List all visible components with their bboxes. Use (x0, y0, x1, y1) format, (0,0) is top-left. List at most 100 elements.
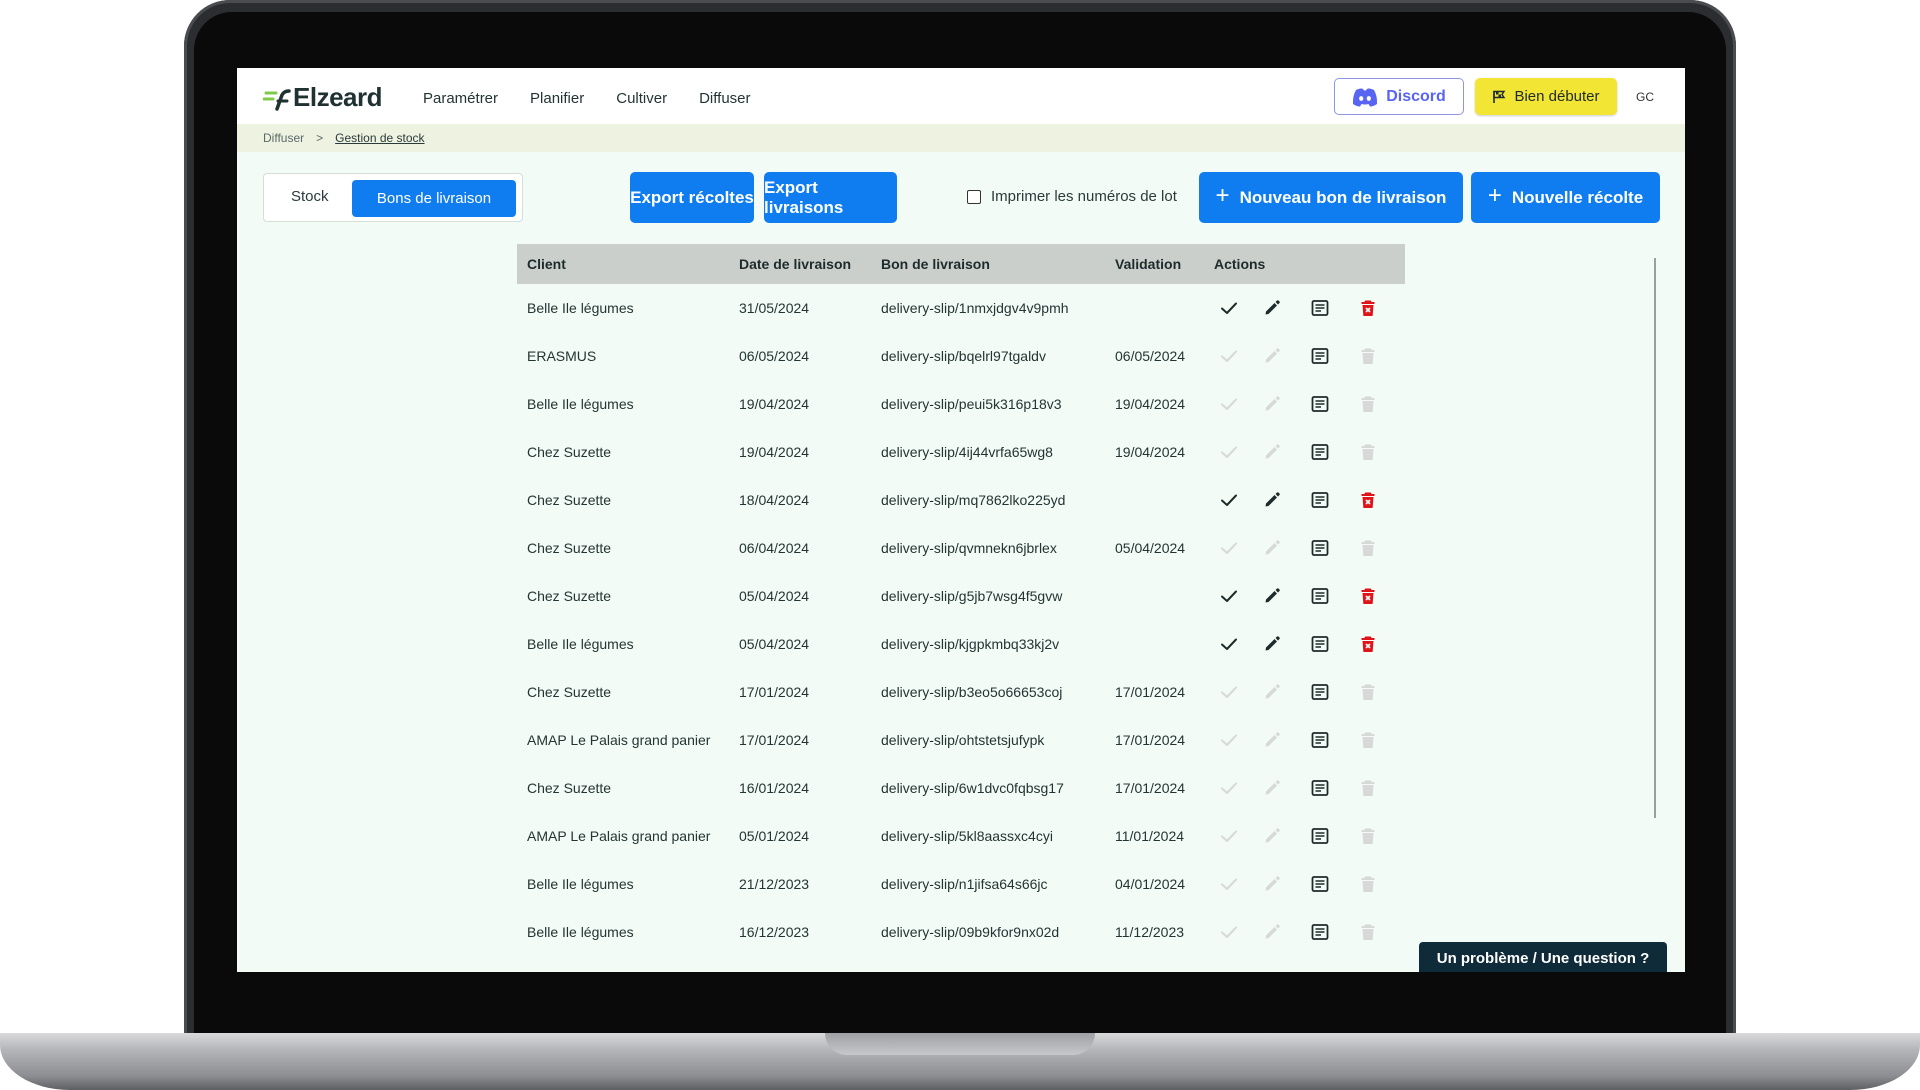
nav-parametrer[interactable]: Paramétrer (423, 90, 498, 107)
cell-slip[interactable]: delivery-slip/g5jb7wsg4f5gvw (881, 588, 1115, 604)
cell-slip[interactable]: delivery-slip/mq7862lko225yd (881, 492, 1115, 508)
view-document-button[interactable] (1296, 922, 1344, 942)
cell-slip[interactable]: delivery-slip/b3eo5o66653coj (881, 684, 1115, 700)
cell-actions (1214, 730, 1405, 750)
view-document-button[interactable] (1296, 490, 1344, 510)
cell-slip[interactable]: delivery-slip/6w1dvc0fqbsg17 (881, 780, 1115, 796)
new-harvest-button[interactable]: + Nouvelle récolte (1471, 172, 1660, 223)
cell-date: 17/01/2024 (739, 684, 810, 700)
view-document-button[interactable] (1296, 394, 1344, 414)
view-document-button[interactable] (1296, 682, 1344, 702)
validate-button (1214, 730, 1248, 750)
toggle-stock[interactable]: Stock (291, 188, 329, 205)
edit-button[interactable] (1248, 490, 1296, 510)
trash-icon (1361, 300, 1375, 316)
cell-slip[interactable]: delivery-slip/ohtstetsjufypk (881, 732, 1115, 748)
cell-slip[interactable]: delivery-slip/09b9kfor9nx02d (881, 924, 1115, 940)
view-document-button[interactable] (1296, 298, 1344, 318)
view-document-button[interactable] (1296, 346, 1344, 366)
delete-button (1344, 442, 1392, 462)
toggle-delivery-slips[interactable]: Bons de livraison (352, 180, 516, 217)
edit-button (1248, 874, 1296, 894)
logo[interactable]: Elzeard (263, 82, 383, 113)
header-client[interactable]: Client (517, 256, 739, 272)
help-button[interactable]: Un problème / Une question ? (1419, 942, 1667, 972)
start-guide-button[interactable]: Bien débuter (1475, 78, 1617, 115)
view-document-button[interactable] (1296, 730, 1344, 750)
cell-slip[interactable]: delivery-slip/kjgpkmbq33kj2v (881, 636, 1115, 652)
document-icon (1311, 876, 1329, 892)
cell-slip[interactable]: delivery-slip/peui5k316p18v3 (881, 396, 1115, 412)
delete-button (1344, 730, 1392, 750)
delete-button[interactable] (1344, 634, 1392, 654)
header-date[interactable]: Date de livraison (739, 256, 881, 272)
breadcrumb-parent[interactable]: Diffuser (263, 131, 304, 145)
view-document-button[interactable] (1296, 826, 1344, 846)
header-actions: Actions (1214, 256, 1266, 272)
edit-button (1248, 394, 1296, 414)
delete-button[interactable] (1344, 490, 1392, 510)
view-document-button[interactable] (1296, 778, 1344, 798)
nav-cultiver[interactable]: Cultiver (616, 90, 667, 107)
cell-client: Chez Suzette (527, 780, 612, 796)
document-icon (1311, 684, 1329, 700)
cell-validation: 11/12/2023 (1115, 924, 1185, 940)
pencil-icon (1265, 348, 1280, 363)
trash-icon (1361, 588, 1375, 604)
check-icon (1221, 878, 1237, 890)
cell-slip[interactable]: delivery-slip/1nmxjdgv4v9pmh (881, 300, 1115, 316)
validate-button[interactable] (1214, 586, 1248, 606)
cell-date: 16/01/2024 (739, 780, 810, 796)
view-document-button[interactable] (1296, 442, 1344, 462)
user-avatar[interactable]: GC (1631, 84, 1659, 110)
trash-icon (1361, 924, 1375, 940)
document-icon (1311, 348, 1329, 364)
nav-planifier[interactable]: Planifier (530, 90, 584, 107)
edit-button[interactable] (1248, 634, 1296, 654)
header-slip[interactable]: Bon de livraison (881, 256, 1115, 272)
cell-validation: 04/01/2024 (1115, 876, 1186, 892)
view-document-button[interactable] (1296, 586, 1344, 606)
delete-button[interactable] (1344, 586, 1392, 606)
export-harvests-button[interactable]: Export récoltes (630, 172, 754, 223)
print-lots-checkbox[interactable] (967, 189, 981, 204)
cell-slip[interactable]: delivery-slip/qvmnekn6jbrlex (881, 540, 1115, 556)
trash-icon (1361, 828, 1375, 844)
cell-slip[interactable]: delivery-slip/bqelrl97tgaldv (881, 348, 1115, 364)
validate-button (1214, 442, 1248, 462)
cell-client: AMAP Le Palais grand panier (527, 732, 711, 748)
document-icon (1311, 492, 1329, 508)
table-row: Chez Suzette 05/04/2024 delivery-slip/g5… (517, 572, 1405, 620)
table-row: Chez Suzette 19/04/2024 delivery-slip/4i… (517, 428, 1405, 476)
print-lots-option[interactable]: Imprimer les numéros de lot (967, 188, 1177, 205)
validate-button[interactable] (1214, 634, 1248, 654)
view-document-button[interactable] (1296, 634, 1344, 654)
validate-button[interactable] (1214, 490, 1248, 510)
edit-button (1248, 922, 1296, 942)
cell-slip[interactable]: delivery-slip/n1jifsa64s66jc (881, 876, 1115, 892)
cell-client: Chez Suzette (527, 540, 612, 556)
cell-actions (1214, 346, 1405, 366)
cell-slip[interactable]: delivery-slip/4ij44vrfa65wg8 (881, 444, 1115, 460)
nav-diffuser[interactable]: Diffuser (699, 90, 750, 107)
discord-button[interactable]: Discord (1334, 78, 1464, 115)
trash-icon (1361, 780, 1375, 796)
cell-date: 05/01/2024 (739, 828, 810, 844)
cell-slip[interactable]: delivery-slip/5kl8aassxc4cyi (881, 828, 1115, 844)
edit-button[interactable] (1248, 298, 1296, 318)
top-bar: Elzeard Paramétrer Planifier Cultiver Di… (237, 68, 1685, 124)
view-document-button[interactable] (1296, 874, 1344, 894)
breadcrumb-current[interactable]: Gestion de stock (335, 131, 424, 145)
view-document-button[interactable] (1296, 538, 1344, 558)
header-validation[interactable]: Validation (1115, 256, 1214, 272)
pencil-icon (1265, 540, 1280, 555)
edit-button[interactable] (1248, 586, 1296, 606)
new-delivery-slip-button[interactable]: + Nouveau bon de livraison (1199, 172, 1463, 223)
export-deliveries-button[interactable]: Export livraisons (764, 172, 897, 223)
table-scrollbar[interactable] (1654, 258, 1656, 818)
cell-validation: 17/01/2024 (1115, 684, 1186, 700)
delete-button[interactable] (1344, 298, 1392, 318)
document-icon (1311, 588, 1329, 604)
validate-button[interactable] (1214, 298, 1248, 318)
cell-client: ERASMUS (527, 348, 597, 364)
